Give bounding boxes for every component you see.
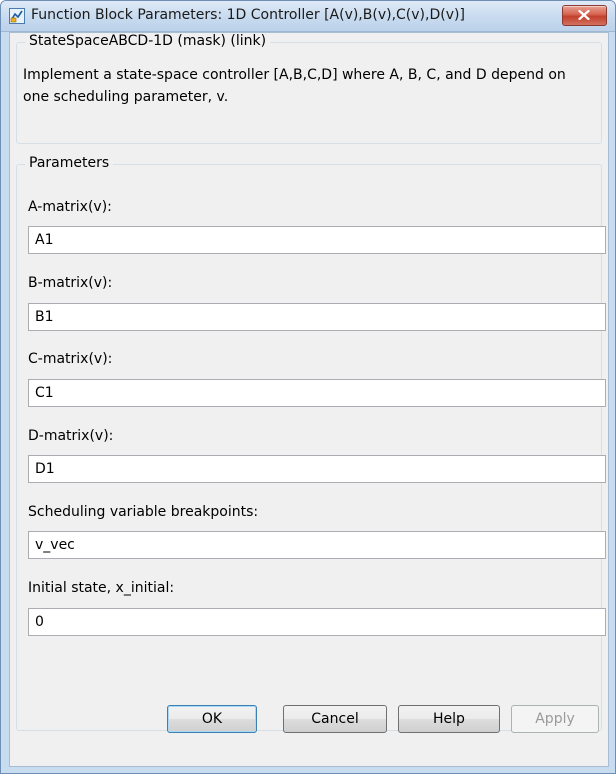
simulink-block-icon <box>9 8 25 24</box>
dialog-client-area: StateSpaceABCD-1D (mask) (link) Implemen… <box>9 32 609 767</box>
title-bar[interactable]: Function Block Parameters: 1D Controller… <box>1 1 615 32</box>
a-matrix-label: A-matrix(v): <box>28 199 112 215</box>
initial-state-label: Initial state, x_initial: <box>28 580 175 596</box>
c-matrix-input[interactable] <box>28 379 606 407</box>
parameters-legend: Parameters <box>25 155 114 171</box>
mask-description-group: StateSpaceABCD-1D (mask) (link) Implemen… <box>16 33 602 144</box>
d-matrix-input[interactable] <box>28 455 606 483</box>
mask-header: StateSpaceABCD-1D (mask) (link) <box>25 33 271 49</box>
scheduling-breakpoints-label: Scheduling variable breakpoints: <box>28 504 259 520</box>
help-button[interactable]: Help <box>398 705 500 733</box>
b-matrix-label: B-matrix(v): <box>28 275 113 291</box>
ok-button[interactable]: OK <box>167 705 257 733</box>
initial-state-input[interactable] <box>28 608 606 636</box>
apply-button[interactable]: Apply <box>511 705 599 733</box>
dialog-window: Function Block Parameters: 1D Controller… <box>0 0 616 774</box>
close-button[interactable] <box>562 5 607 26</box>
scheduling-breakpoints-input[interactable] <box>28 531 606 559</box>
b-matrix-input[interactable] <box>28 303 606 331</box>
cancel-button[interactable]: Cancel <box>283 705 387 733</box>
window-title: Function Block Parameters: 1D Controller… <box>31 7 465 23</box>
close-icon <box>578 10 590 20</box>
mask-description: Implement a state-space controller [A,B,… <box>23 67 566 105</box>
a-matrix-input[interactable] <box>28 226 606 254</box>
c-matrix-label: C-matrix(v): <box>28 351 113 367</box>
d-matrix-label: D-matrix(v): <box>28 428 114 444</box>
